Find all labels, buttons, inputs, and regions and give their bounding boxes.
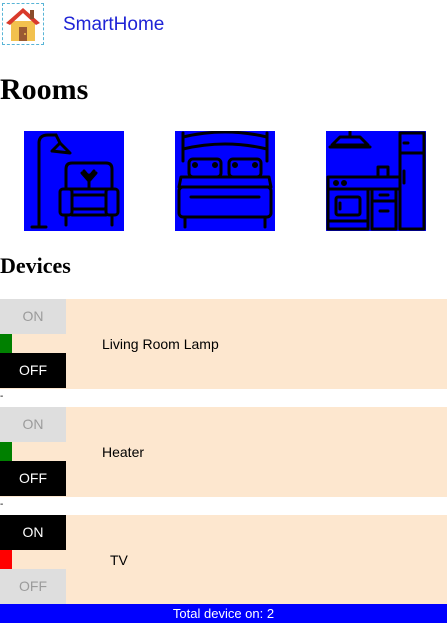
off-button[interactable]: OFF [0, 353, 66, 388]
on-button[interactable]: ON [0, 299, 66, 334]
status-indicator [0, 442, 12, 461]
room-tile-kitchen[interactable] [326, 131, 426, 231]
device-row-heater: ON OFF Heater [0, 407, 447, 497]
off-button[interactable]: OFF [0, 461, 66, 496]
bedroom-icon [177, 131, 273, 229]
device-row-tv: ON OFF TV [0, 515, 447, 605]
devices-heading: Devices [0, 253, 71, 278]
kitchen-icon [326, 131, 426, 231]
row-separator: - [0, 499, 4, 510]
room-tile-bedroom[interactable] [175, 131, 275, 231]
device-name: Living Room Lamp [102, 336, 219, 352]
app-title[interactable]: SmartHome [63, 14, 164, 36]
app-header: SmartHome [0, 0, 447, 52]
rooms-heading: Rooms [0, 73, 89, 106]
house-icon [6, 8, 40, 41]
device-name: TV [110, 552, 128, 568]
device-row-living-room-lamp: ON OFF Living Room Lamp [0, 299, 447, 389]
on-button[interactable]: ON [0, 515, 66, 550]
off-button[interactable]: OFF [0, 569, 66, 604]
logo[interactable] [2, 3, 44, 45]
status-indicator [0, 550, 12, 569]
status-indicator [0, 334, 12, 353]
row-separator: - [0, 391, 4, 402]
room-tile-living-room[interactable] [24, 131, 124, 231]
on-button[interactable]: ON [0, 407, 66, 442]
device-name: Heater [102, 444, 145, 460]
total-devices-footer: Total device on: 2 [0, 604, 447, 623]
living-room-icon [30, 133, 120, 229]
